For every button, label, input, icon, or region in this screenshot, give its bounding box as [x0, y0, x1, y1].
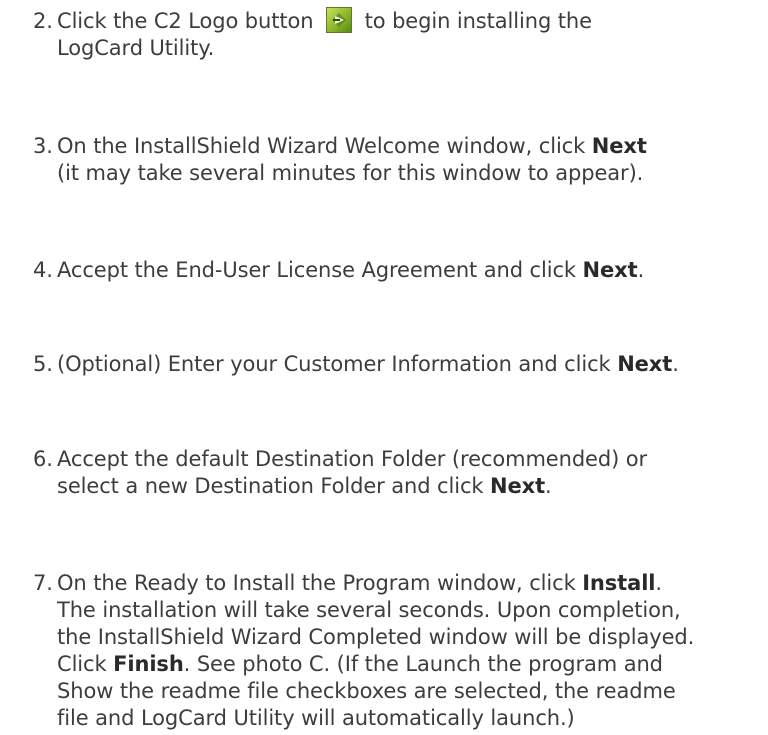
- bold-term: Next: [582, 258, 638, 282]
- text-segment: Accept the End-User License Agreement an…: [57, 258, 583, 282]
- text-segment: On the InstallShield Wizard Welcome wind…: [57, 134, 592, 158]
- step-line: Click the C2 Logo button to begin instal…: [57, 7, 763, 35]
- step-line: On the Ready to Install the Program wind…: [57, 570, 763, 597]
- step-line: LogCard Utility.: [57, 36, 215, 60]
- text-segment: On the Ready to Install the Program wind…: [57, 571, 583, 595]
- step-text: Click the C2 Logo button to begin instal…: [57, 7, 763, 62]
- text-segment: .: [637, 258, 645, 282]
- step-number: 5.: [33, 352, 53, 376]
- step-text: Accept the default Destination Folder (r…: [57, 446, 763, 500]
- step-line: Accept the End-User License Agreement an…: [57, 257, 763, 284]
- text-segment: to begin installing the: [358, 9, 592, 33]
- text-segment: .: [545, 474, 552, 498]
- bold-term: Finish: [113, 652, 184, 676]
- step-line: select a new Destination Folder and clic…: [57, 473, 763, 500]
- step-line: Click Finish. See photo C. (If the Launc…: [57, 651, 763, 678]
- bold-term: Next: [591, 134, 647, 158]
- step-line: Accept the default Destination Folder (r…: [57, 447, 648, 471]
- step-text: On the InstallShield Wizard Welcome wind…: [57, 133, 763, 187]
- step-text: (Optional) Enter your Customer Informati…: [57, 351, 763, 378]
- c2-logo-icon: [326, 7, 353, 33]
- text-segment: select a new Destination Folder and clic…: [57, 474, 491, 498]
- step-text: On the Ready to Install the Program wind…: [57, 570, 763, 732]
- text-segment: .: [672, 352, 679, 376]
- step-line: the InstallShield Wizard Completed windo…: [57, 625, 695, 649]
- step-line: The installation will take several secon…: [57, 598, 681, 622]
- step-text: Accept the End-User License Agreement an…: [57, 257, 763, 284]
- step-line: Show the readme file checkboxes are sele…: [57, 679, 676, 703]
- step-number: 2.: [33, 9, 53, 33]
- text-segment: .: [655, 571, 662, 595]
- text-segment: (Optional) Enter your Customer Informati…: [57, 352, 618, 376]
- text-segment: . See photo C. (If the Launch the progra…: [183, 652, 663, 676]
- step-number: 3.: [33, 134, 53, 158]
- step-number: 6.: [33, 447, 53, 471]
- text-segment: Click: [57, 652, 114, 676]
- step-line: (Optional) Enter your Customer Informati…: [57, 351, 763, 378]
- bold-term: Next: [617, 352, 673, 376]
- step-line: (it may take several minutes for this wi…: [57, 161, 644, 185]
- bold-term: Next: [490, 474, 546, 498]
- step-line: file and LogCard Utility will automatica…: [57, 706, 575, 730]
- step-number: 7.: [33, 571, 53, 595]
- text-segment: Click the C2 Logo button: [57, 9, 321, 33]
- bold-term: Install: [582, 571, 656, 595]
- step-line: On the InstallShield Wizard Welcome wind…: [57, 133, 763, 160]
- step-number: 4.: [33, 258, 53, 282]
